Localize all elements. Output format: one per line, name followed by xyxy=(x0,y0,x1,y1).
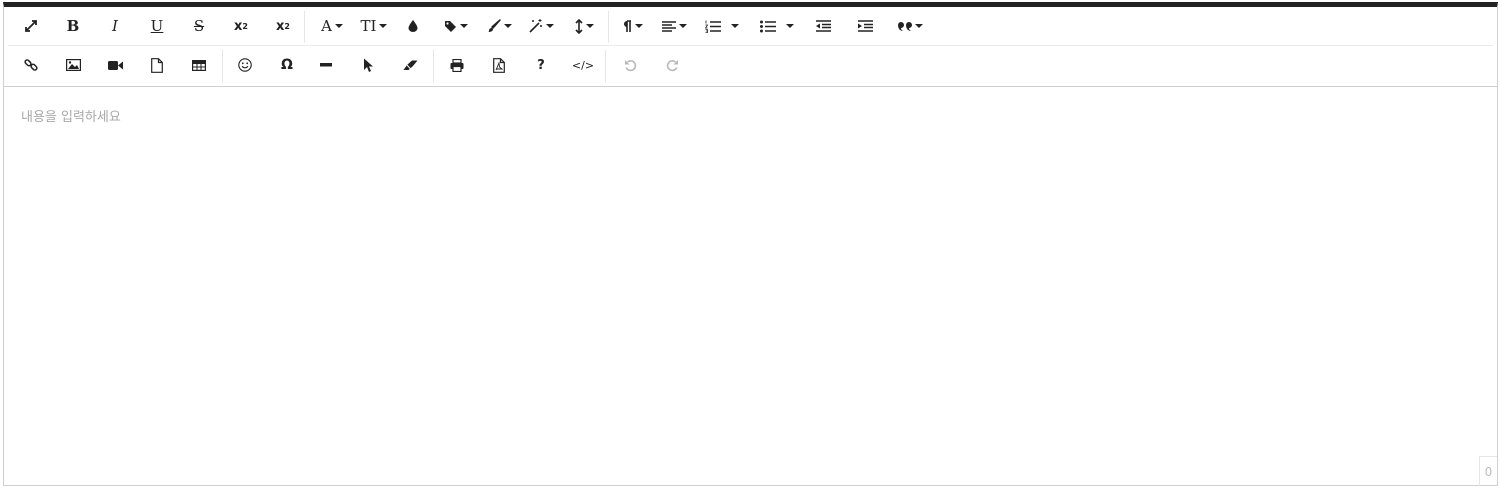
drop-icon xyxy=(408,20,418,32)
chevron-down-icon xyxy=(634,24,643,28)
italic-button[interactable]: I xyxy=(102,7,128,45)
code-view-button[interactable]: </> xyxy=(568,46,598,84)
indent-button[interactable] xyxy=(852,7,878,45)
line-height-icon xyxy=(574,18,583,34)
font-color-button[interactable] xyxy=(401,7,425,45)
undo-icon xyxy=(624,59,637,72)
subscript-button[interactable]: x2 xyxy=(228,7,254,45)
toolbar-separator xyxy=(433,50,434,82)
tag-icon xyxy=(444,20,457,33)
superscript-button[interactable]: x2 xyxy=(270,7,296,45)
link-icon xyxy=(24,58,38,72)
image-button[interactable] xyxy=(60,46,86,84)
image-icon xyxy=(65,59,81,71)
file-icon xyxy=(151,57,163,73)
redo-icon xyxy=(666,59,679,72)
fullscreen-button[interactable] xyxy=(18,7,44,45)
bold-label: B xyxy=(66,16,80,35)
paragraph-dropdown[interactable] xyxy=(614,7,650,45)
redo-button[interactable] xyxy=(659,46,685,84)
subscript-label: x xyxy=(234,18,243,34)
help-label: ? xyxy=(537,57,545,73)
quote-icon xyxy=(897,21,912,31)
horizontal-rule-button[interactable] xyxy=(313,46,339,84)
print-button[interactable] xyxy=(444,46,470,84)
magic-dropdown[interactable] xyxy=(523,7,559,45)
ordered-list-icon xyxy=(705,20,721,33)
cursor-icon xyxy=(363,58,373,73)
toolbar-row-formatting: B I U S x2 x2 A TI xyxy=(8,7,1493,46)
eraser-button[interactable] xyxy=(397,46,423,84)
chevron-down-icon xyxy=(545,24,554,28)
special-char-button[interactable]: Ω xyxy=(274,46,300,84)
font-family-dropdown[interactable]: A xyxy=(314,7,350,45)
underline-button[interactable]: U xyxy=(144,7,170,45)
font-size-label: TI xyxy=(360,16,377,35)
align-dropdown[interactable] xyxy=(656,7,692,45)
expand-icon xyxy=(24,19,38,33)
smile-icon xyxy=(238,58,252,72)
superscript-mark: 2 xyxy=(284,21,290,31)
outdent-button[interactable] xyxy=(810,7,836,45)
chevron-down-icon xyxy=(786,24,794,28)
editor-placeholder: 내용을 입력하세요 xyxy=(21,110,121,125)
file-button[interactable] xyxy=(144,46,170,84)
bold-button[interactable]: B xyxy=(60,7,86,45)
line-height-dropdown[interactable] xyxy=(566,7,602,45)
pdf-icon xyxy=(493,57,505,73)
chevron-down-icon xyxy=(731,24,739,28)
superscript-label: x xyxy=(276,18,285,34)
toolbar-separator xyxy=(608,11,609,43)
code-label: </> xyxy=(571,58,595,72)
eraser-icon xyxy=(403,60,418,71)
unordered-list-icon xyxy=(760,20,776,33)
strikethrough-label: S xyxy=(193,16,205,35)
table-button[interactable] xyxy=(186,46,212,84)
indent-icon xyxy=(857,20,873,32)
italic-label: I xyxy=(112,16,118,35)
font-size-dropdown[interactable]: TI xyxy=(356,7,392,45)
toolbar-row-insert: Ω ? </> xyxy=(8,46,1493,85)
chevron-down-icon xyxy=(379,24,388,28)
tag-dropdown[interactable] xyxy=(438,7,474,45)
underline-label: U xyxy=(150,16,164,35)
outdent-icon xyxy=(815,20,831,32)
strikethrough-button[interactable]: S xyxy=(186,7,212,45)
magic-wand-icon xyxy=(528,19,543,33)
chevron-down-icon xyxy=(334,24,343,28)
special-char-label: Ω xyxy=(281,57,293,73)
character-counter: 0 xyxy=(1479,456,1497,486)
help-button[interactable]: ? xyxy=(528,46,554,84)
emoticon-button[interactable] xyxy=(232,46,258,84)
undo-button[interactable] xyxy=(617,46,643,84)
unordered-list-dropdown[interactable] xyxy=(757,7,797,45)
brush-icon xyxy=(487,19,501,33)
chevron-down-icon xyxy=(460,24,468,28)
chevron-down-icon xyxy=(503,24,512,28)
editor-toolbar: B I U S x2 x2 A TI Ω ? </> xyxy=(4,7,1497,87)
font-family-label: A xyxy=(321,16,332,35)
table-icon xyxy=(192,59,206,71)
rich-text-editor: B I U S x2 x2 A TI Ω ? </> 내용을 입력하세요 0 xyxy=(3,2,1498,486)
toolbar-separator xyxy=(304,11,305,43)
chevron-down-icon xyxy=(914,24,923,28)
minus-icon xyxy=(320,63,332,67)
ordered-list-dropdown[interactable] xyxy=(702,7,742,45)
brush-dropdown[interactable] xyxy=(481,7,517,45)
select-button[interactable] xyxy=(355,46,381,84)
align-left-icon xyxy=(661,20,676,32)
link-button[interactable] xyxy=(18,46,44,84)
pdf-button[interactable] xyxy=(486,46,512,84)
toolbar-separator xyxy=(605,50,606,82)
video-icon xyxy=(107,60,123,71)
editor-content-area[interactable]: 내용을 입력하세요 0 xyxy=(4,87,1497,486)
subscript-mark: 2 xyxy=(242,21,248,31)
paragraph-icon xyxy=(622,19,632,33)
chevron-down-icon xyxy=(585,24,594,28)
video-button[interactable] xyxy=(102,46,128,84)
chevron-down-icon xyxy=(678,24,687,28)
print-icon xyxy=(450,58,464,72)
toolbar-separator xyxy=(222,50,223,82)
quote-dropdown[interactable] xyxy=(892,7,928,45)
